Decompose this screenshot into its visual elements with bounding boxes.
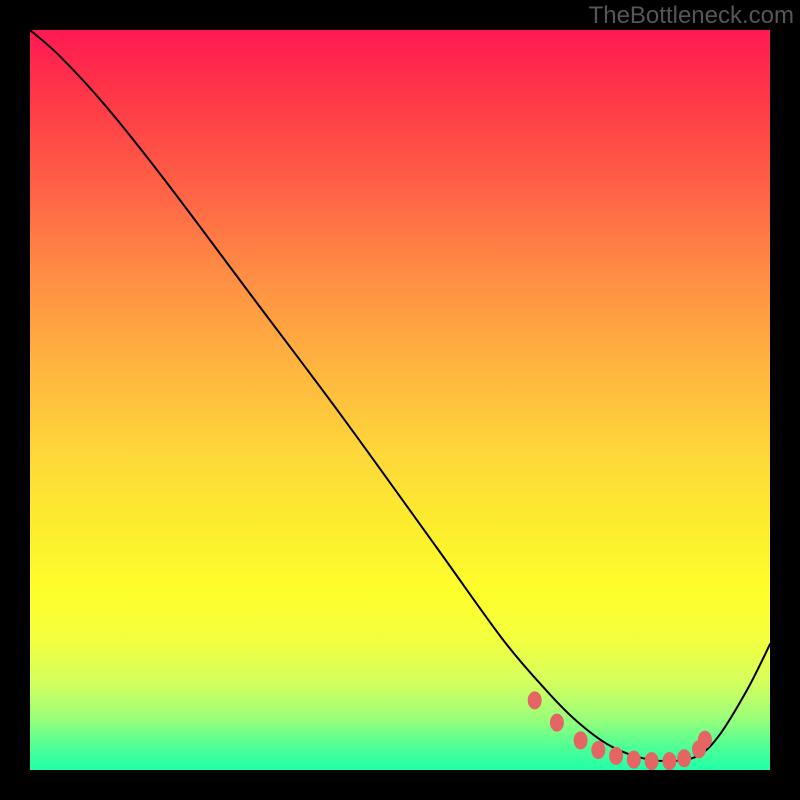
data-marker xyxy=(609,747,623,765)
chart-svg xyxy=(30,30,770,770)
data-marker xyxy=(698,731,712,749)
data-marker xyxy=(677,749,691,767)
data-marker xyxy=(528,691,542,709)
curve-markers xyxy=(528,691,712,770)
watermark-text: TheBottleneck.com xyxy=(589,2,794,30)
data-marker xyxy=(574,731,588,749)
data-marker xyxy=(627,751,641,769)
plot-area xyxy=(30,30,770,770)
data-marker xyxy=(550,714,564,732)
chart-frame: TheBottleneck.com xyxy=(0,0,800,800)
bottleneck-curve xyxy=(30,30,770,761)
data-marker xyxy=(591,741,605,759)
data-marker xyxy=(645,752,659,770)
data-marker xyxy=(662,752,676,770)
